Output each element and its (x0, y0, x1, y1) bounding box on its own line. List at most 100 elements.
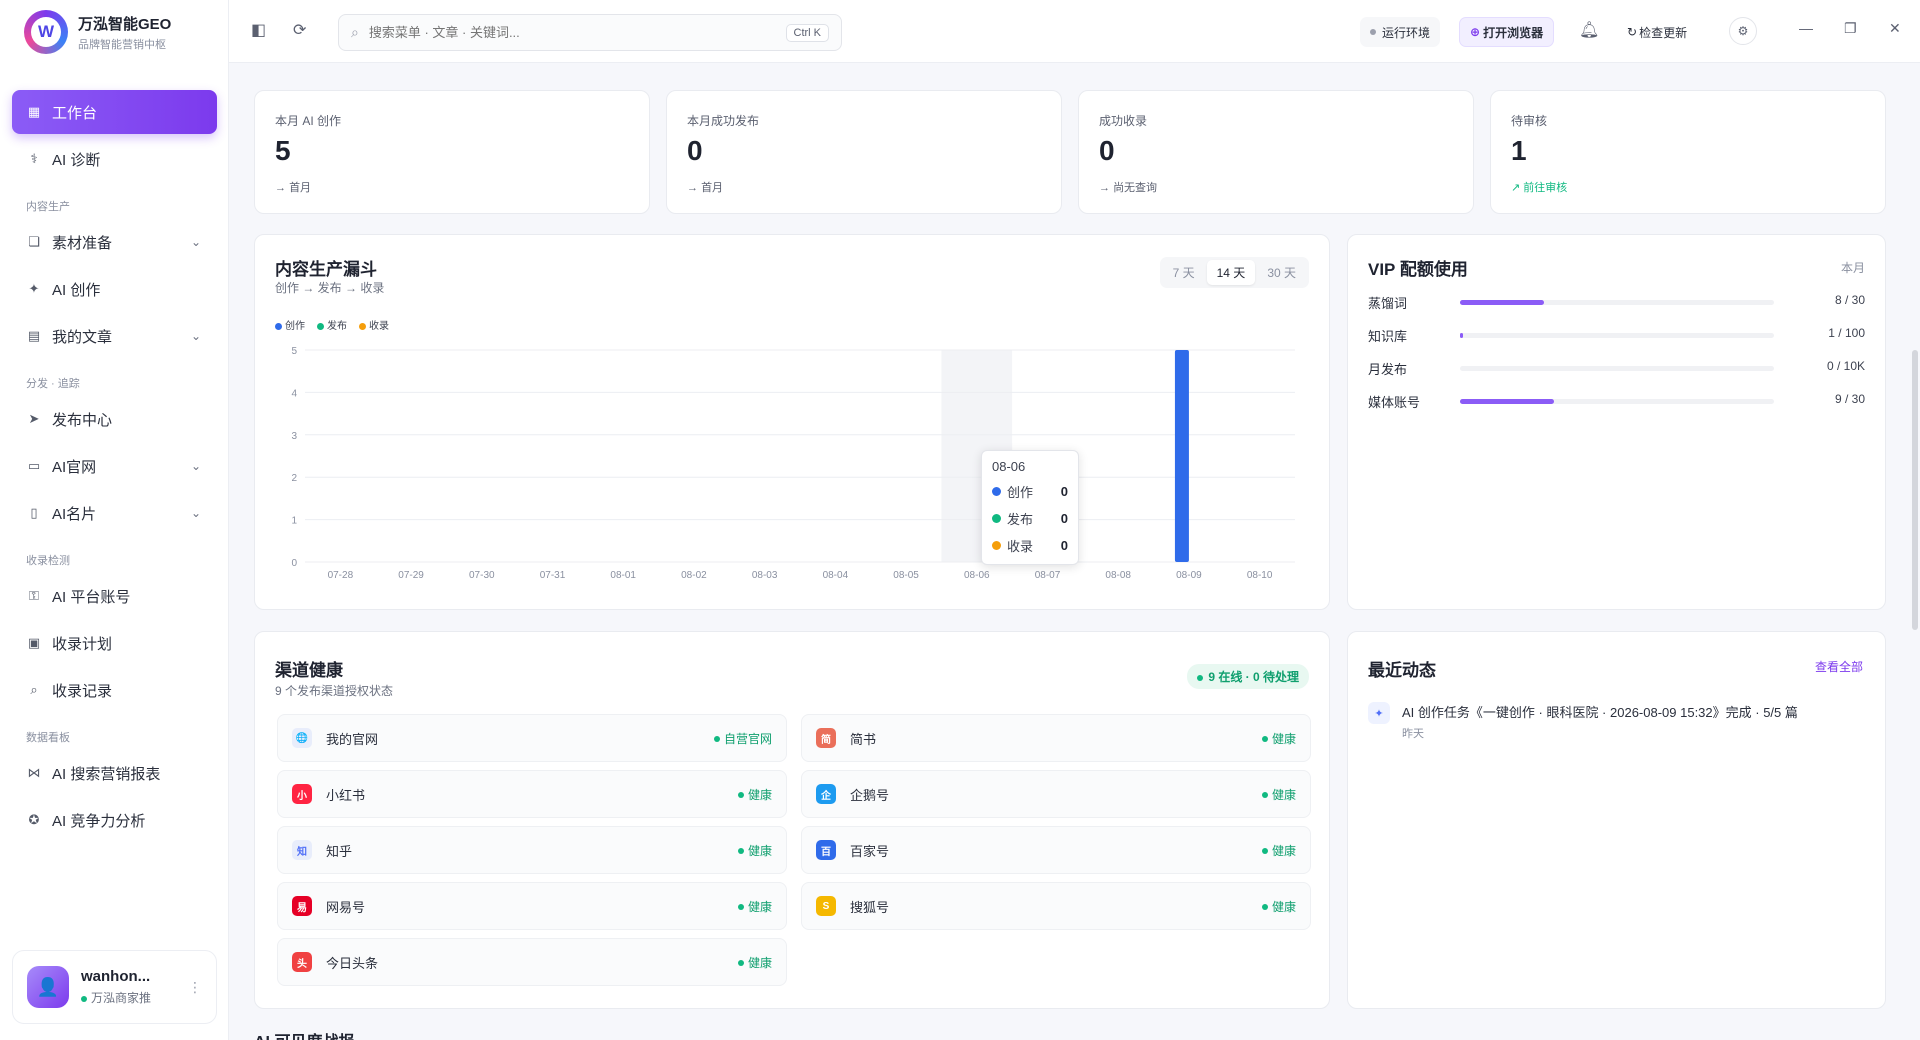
quota-value: 9 / 30 (1834, 392, 1865, 406)
sidebar-item-grid[interactable]: ▦ 工作台 (12, 90, 217, 134)
sidebar-item-copy[interactable]: ❏ 素材准备 ⌄ (12, 220, 217, 264)
tooltip-date: 08-06 (992, 459, 1026, 474)
stat-value: 0 (1099, 135, 1115, 166)
stat-label: 成功收录 (1099, 114, 1148, 128)
card-icon: ▯ (30, 505, 38, 520)
sidebar-item-search-doc[interactable]: ⌕ 收录记录 (12, 668, 217, 712)
quota-value: 1 / 100 (1828, 326, 1865, 340)
status-dot (713, 736, 720, 743)
channels-subtitle: 9 个发布渠道授权状态 (275, 684, 394, 698)
toutiao-icon: 头 (292, 952, 312, 972)
globe-icon: ⊕ (1470, 25, 1481, 39)
channel-item[interactable]: 小小红书 健康 (277, 770, 787, 818)
status-dot (1370, 29, 1376, 35)
y-tick-label: 4 (291, 388, 297, 399)
status-dot (1261, 848, 1268, 855)
quota-row: 月发布 0 / 10K (1368, 359, 1865, 379)
settings-icon[interactable]: ⚙ (1729, 17, 1757, 45)
sidebar-toggle-icon[interactable]: ◧ (251, 20, 266, 40)
stat-card[interactable]: 待审核 1 ↗ 前往审核 (1490, 90, 1886, 214)
check-update-button[interactable]: ↻ 检查更新 (1617, 17, 1697, 47)
jianshu-icon: 简 (816, 728, 836, 748)
tooltip-row: 创作 0 (992, 482, 1068, 501)
stethoscope-icon: ⚕ (30, 151, 38, 166)
bell-icon[interactable]: 🔔︎ (1579, 20, 1599, 40)
x-tick-label: 08-10 (1247, 570, 1273, 581)
y-tick-label: 0 (291, 558, 297, 569)
stat-card[interactable]: 本月成功发布 0 → 首月 (666, 90, 1062, 214)
chevron-down-icon[interactable]: ⌄ (191, 329, 201, 343)
sidebar-item-label: AI名片 (52, 505, 97, 523)
sidebar-item-label: 工作台 (52, 104, 98, 122)
restore-icon[interactable]: ❐ (1844, 20, 1857, 37)
search-box[interactable]: ⌕ Ctrl K (338, 14, 842, 51)
sidebar-item-stethoscope[interactable]: ⚕ AI 诊断 (12, 137, 217, 181)
channel-item[interactable]: 头今日头条 健康 (277, 938, 787, 986)
vip-title: VIP 配额使用 (1368, 260, 1468, 279)
sidebar-section-title: 收录检测 (26, 555, 70, 567)
open-browser-button[interactable]: ⊕ 打开浏览器 (1459, 17, 1555, 47)
shortcut-hint: Ctrl K (785, 23, 829, 42)
sidebar-item-network[interactable]: ⋈ AI 搜索营销报表 (12, 751, 217, 795)
stat-card[interactable]: 本月 AI 创作 5 → 首月 (254, 90, 650, 214)
channel-item[interactable]: 百百家号 健康 (801, 826, 1311, 874)
refresh-icon[interactable]: ⟳ (293, 20, 306, 40)
sidebar-item-key[interactable]: ⚿ AI 平台账号 (12, 574, 217, 618)
activity-item[interactable]: ✦ AI 创作任务《一键创作 · 眼科医院 · 2026-08-09 15:32… (1368, 702, 1865, 741)
status-dot (737, 848, 744, 855)
quota-progress (1460, 333, 1774, 338)
chevron-down-icon[interactable]: ⌄ (191, 459, 201, 473)
sidebar-item-sparkle[interactable]: ✦ AI 创作 (12, 267, 217, 311)
channel-status: 健康 (737, 898, 772, 915)
sidebar-item-label: AI 搜索营销报表 (52, 765, 161, 783)
sparkle-icon: ✦ (28, 281, 40, 296)
quota-name: 媒体账号 (1368, 395, 1421, 410)
quota-name: 蒸馏词 (1368, 296, 1408, 311)
sidebar-item-label: 发布中心 (52, 411, 113, 429)
sidebar-section-title: 分发 · 追踪 (26, 378, 80, 390)
quota-row: 知识库 1 / 100 (1368, 326, 1865, 346)
user-card[interactable]: 👤 wanhon... 万泓商家推 ⋮ (12, 950, 217, 1024)
channel-item[interactable]: 易网易号 健康 (277, 882, 787, 930)
page-scrollbar[interactable] (1912, 350, 1918, 630)
minimize-icon[interactable]: — (1799, 20, 1813, 36)
sidebar-item-medal[interactable]: ✪ AI 竞争力分析 (12, 798, 217, 842)
channel-item[interactable]: 简简书 健康 (801, 714, 1311, 762)
key-icon: ⚿ (29, 588, 39, 603)
env-button[interactable]: 运行环境 (1360, 17, 1441, 47)
channel-item[interactable]: 企企鹅号 健康 (801, 770, 1311, 818)
x-tick-label: 08-02 (681, 570, 707, 581)
sidebar-item-document[interactable]: ▤ 我的文章 ⌄ (12, 314, 217, 358)
globe-icon: 🌐 (292, 728, 312, 748)
channel-item[interactable]: 知知乎 健康 (277, 826, 787, 874)
sidebar-item-send[interactable]: ➤ 发布中心 (12, 397, 217, 441)
more-icon[interactable]: ⋮ (188, 979, 202, 996)
quota-value: 0 / 10K (1826, 359, 1865, 373)
stat-sub[interactable]: ↗ 前往审核 (1511, 179, 1567, 195)
chevron-down-icon[interactable]: ⌄ (191, 506, 201, 520)
y-tick-label: 5 (291, 346, 297, 357)
sidebar-item-card[interactable]: ▯ AI名片 ⌄ (12, 491, 217, 535)
channel-status: 健康 (1261, 786, 1296, 803)
sidebar-item-calendar[interactable]: ▣ 收录计划 (12, 621, 217, 665)
close-icon[interactable]: ✕ (1889, 20, 1901, 37)
view-all-link[interactable]: 查看全部 (1815, 658, 1863, 675)
tooltip-row: 收录 0 (992, 536, 1068, 555)
y-tick-label: 2 (291, 473, 297, 484)
channel-item[interactable]: 🌐 我的官网 自营官网 (277, 714, 787, 762)
channels-badge: 9 在线 · 0 待处理 (1187, 664, 1309, 689)
channel-status: 健康 (737, 954, 772, 971)
x-tick-label: 07-28 (328, 570, 354, 581)
baijiahao-icon: 百 (816, 840, 836, 860)
channel-status: 健康 (737, 842, 772, 859)
bar-创作[interactable] (1174, 350, 1189, 562)
sidebar-item-browser[interactable]: ▭ AI官网 ⌄ (12, 444, 217, 488)
chevron-down-icon[interactable]: ⌄ (191, 235, 201, 249)
app-logo[interactable]: W 万泓智能GEO 品牌智能营销中枢 (24, 10, 171, 54)
tooltip-row: 发布 0 (992, 509, 1068, 528)
channels-title: 渠道健康 (275, 661, 343, 680)
channel-item[interactable]: S 搜狐号 健康 (801, 882, 1311, 930)
search-input[interactable] (368, 25, 786, 40)
channel-status: 健康 (1261, 842, 1296, 859)
stat-card[interactable]: 成功收录 0 → 尚无查询 (1078, 90, 1474, 214)
